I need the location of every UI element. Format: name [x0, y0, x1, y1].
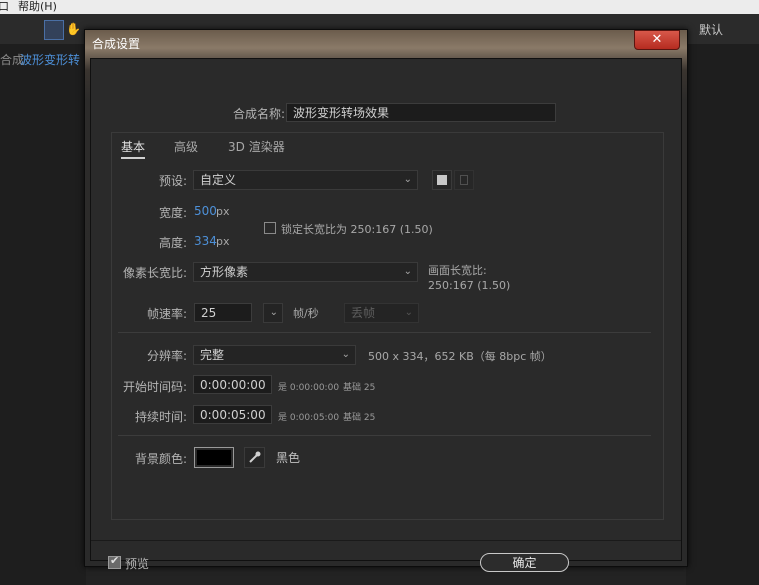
start-timecode-label: 开始时间码: [122, 380, 187, 394]
swatch-fill [197, 450, 231, 465]
height-value[interactable]: 334 [194, 234, 217, 248]
drop-frame-dropdown[interactable]: 丢帧 ⌄ [344, 303, 419, 323]
menu-bar: 口 帮助(H) [0, 0, 759, 14]
preset-dropdown[interactable]: 自定义 ⌄ [193, 170, 418, 190]
separator [118, 435, 651, 436]
close-icon: ✕ [651, 32, 663, 47]
width-unit: px [216, 205, 230, 218]
close-button[interactable]: ✕ [634, 30, 680, 50]
trash-icon [460, 175, 468, 185]
tab-basic[interactable]: 基本 [121, 138, 146, 159]
start-timecode-input[interactable]: 0:00:00:00 [193, 375, 272, 394]
eyedropper-icon [249, 451, 261, 463]
frame-rate-input[interactable]: 25 [194, 303, 252, 322]
menu-item-fragment[interactable]: 口 [0, 0, 9, 13]
start-timecode-base: 基础 25 [343, 383, 376, 393]
separator [91, 540, 681, 541]
frame-rate-dropdown[interactable]: ⌄ [263, 303, 283, 323]
delete-preset-button[interactable] [454, 170, 474, 190]
background-color-swatch[interactable] [194, 447, 234, 468]
resolution-dropdown[interactable]: 完整 ⌄ [193, 345, 356, 365]
separator [118, 332, 651, 333]
duration-label: 持续时间: [134, 410, 187, 424]
preview-label: 预览 [125, 557, 150, 571]
duration-input[interactable]: 0:00:05:00 [193, 405, 272, 424]
workspace-default[interactable]: 默认 [699, 21, 723, 38]
composition-settings-dialog: 合成设置 ✕ 合成名称: 波形变形转场效果 基本 高级 3D 渲染器 预设: 自… [84, 29, 688, 572]
chevron-down-icon: ⌄ [403, 174, 412, 185]
dialog-title: 合成设置 [92, 37, 141, 51]
comp-name-input[interactable]: 波形变形转场效果 [286, 103, 556, 122]
width-label: 宽度: [158, 206, 187, 220]
frame-rate-unit: 帧/秒 [293, 307, 319, 320]
chevron-down-icon: ⌄ [341, 349, 350, 360]
app-right-panel [686, 44, 759, 585]
frame-aspect-value: 250:167 (1.50) [428, 279, 511, 292]
pixel-aspect-label: 像素长宽比: [122, 266, 187, 280]
preset-value: 自定义 [200, 173, 237, 187]
preview-checkbox[interactable]: ✔ [108, 554, 121, 569]
ok-button[interactable]: 确定 [480, 553, 569, 572]
save-preset-button[interactable] [432, 170, 452, 190]
frame-aspect-label: 画面长宽比: [428, 264, 487, 277]
hand-tool-icon[interactable]: ✋ [66, 22, 81, 36]
duration-base: 基础 25 [343, 413, 376, 423]
menu-item-help[interactable]: 帮助(H) [18, 0, 57, 13]
resolution-label: 分辨率: [146, 349, 187, 363]
eyedropper-button[interactable] [244, 447, 265, 468]
resolution-info: 500 x 334，652 KB（每 8bpc 帧） [368, 350, 552, 363]
save-icon [437, 175, 447, 185]
pixel-aspect-value: 方形像素 [200, 265, 249, 279]
chevron-down-icon: ⌄ [269, 307, 278, 318]
duration-equivalent: 是 0:00:05:00 [278, 413, 340, 423]
comp-name-label: 合成名称: [232, 107, 285, 121]
resolution-value: 完整 [200, 348, 225, 362]
panel-tab-name[interactable]: 波形变形转 [20, 51, 80, 68]
select-tool-icon[interactable] [44, 20, 64, 40]
chevron-down-icon: ⌄ [403, 266, 412, 277]
checkmark-icon: ✔ [110, 554, 120, 567]
height-unit: px [216, 235, 230, 248]
background-color-name: 黑色 [276, 451, 301, 465]
drop-frame-value: 丢帧 [351, 306, 376, 320]
start-timecode-equivalent: 是 0:00:00:00 [278, 383, 340, 393]
chevron-down-icon: ⌄ [404, 307, 413, 318]
background-color-label: 背景颜色: [134, 452, 187, 466]
preset-label: 预设: [158, 174, 187, 188]
lock-aspect-checkbox[interactable] [264, 222, 276, 234]
height-label: 高度: [158, 236, 187, 250]
app-left-panel: 合成 波形变形转 [0, 44, 86, 585]
tab-3d-renderer[interactable]: 3D 渲染器 [228, 138, 285, 155]
tab-advanced[interactable]: 高级 [174, 138, 198, 155]
lock-aspect-label: 锁定长宽比为 250:167 (1.50) [281, 223, 433, 236]
dialog-client-area: 合成名称: 波形变形转场效果 基本 高级 3D 渲染器 预设: 自定义 ⌄ 宽度… [90, 58, 682, 572]
pixel-aspect-dropdown[interactable]: 方形像素 ⌄ [193, 262, 418, 282]
frame-rate-label: 帧速率: [146, 307, 187, 321]
width-value[interactable]: 500 [194, 204, 217, 218]
